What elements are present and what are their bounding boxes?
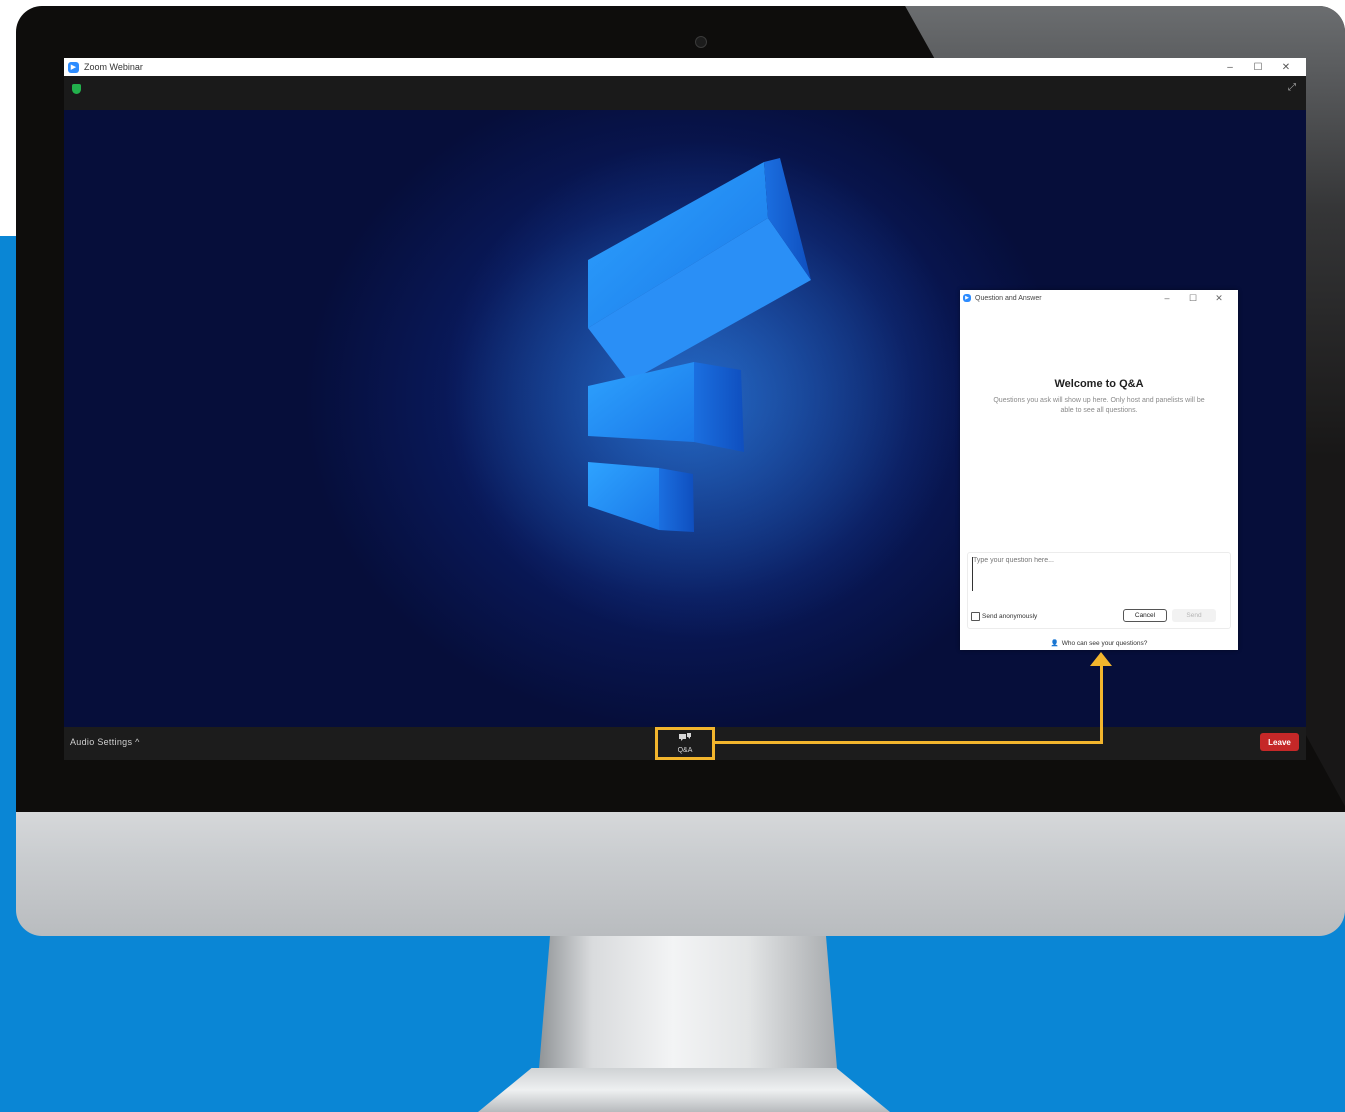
person-icon: 👤 [1050,640,1059,647]
meeting-top-bar: ⤢ [64,76,1306,110]
who-can-see-link[interactable]: 👤 Who can see your questions? [960,639,1238,647]
monitor-chin [16,808,1345,936]
zoom-app-icon: ▶ [68,61,79,73]
qa-close-button[interactable]: ✕ [1206,293,1232,304]
callout-line-horizontal [715,741,1103,744]
monitor-stand-foot [478,1068,890,1112]
question-input[interactable] [972,557,1223,591]
callout-arrow-icon [1090,652,1112,666]
leave-button[interactable]: Leave [1260,733,1299,751]
qa-maximize-button[interactable]: ☐ [1180,293,1206,304]
qa-dialog-titlebar: ▶ Question and Answer – ☐ ✕ [960,290,1238,306]
qa-welcome-description: Questions you ask will show up here. Onl… [993,397,1205,414]
chat-bubbles-icon [658,732,712,747]
close-button[interactable]: ✕ [1272,62,1300,73]
chevron-up-icon[interactable]: ^ [135,737,140,747]
callout-line-vertical [1100,664,1103,744]
cancel-button[interactable]: Cancel [1123,609,1167,622]
qa-minimize-button[interactable]: – [1154,293,1180,303]
encryption-shield-icon[interactable] [72,84,81,94]
window-titlebar: ▶ Zoom Webinar – ☐ ✕ [64,58,1306,76]
zoom-app-icon: ▶ [963,294,971,302]
qa-label: Q&A [677,747,693,754]
who-can-see-label: Who can see your questions? [1061,640,1148,647]
webcam [695,36,707,48]
audio-settings-button[interactable]: Audio Settings ^ [70,737,140,747]
send-anonymously-checkbox[interactable] [971,612,980,621]
qa-button[interactable]: Q&A [655,727,715,760]
window-title: Zoom Webinar [84,62,143,72]
meeting-controls-bar: Audio Settings ^ Q&A Leave [64,727,1306,760]
send-button[interactable]: Send [1172,609,1216,622]
qa-dialog: ▶ Question and Answer – ☐ ✕ Welcome to Q… [960,290,1238,650]
qa-welcome-title: Welcome to Q&A [1054,378,1144,390]
qa-dialog-title: Question and Answer [975,294,1042,302]
maximize-button[interactable]: ☐ [1244,62,1272,73]
send-anonymously-label: Send anonymously [982,613,1038,620]
minimize-button[interactable]: – [1216,62,1244,73]
audio-settings-label: Audio Settings [70,737,133,747]
fullscreen-icon[interactable]: ⤢ [1288,82,1296,93]
